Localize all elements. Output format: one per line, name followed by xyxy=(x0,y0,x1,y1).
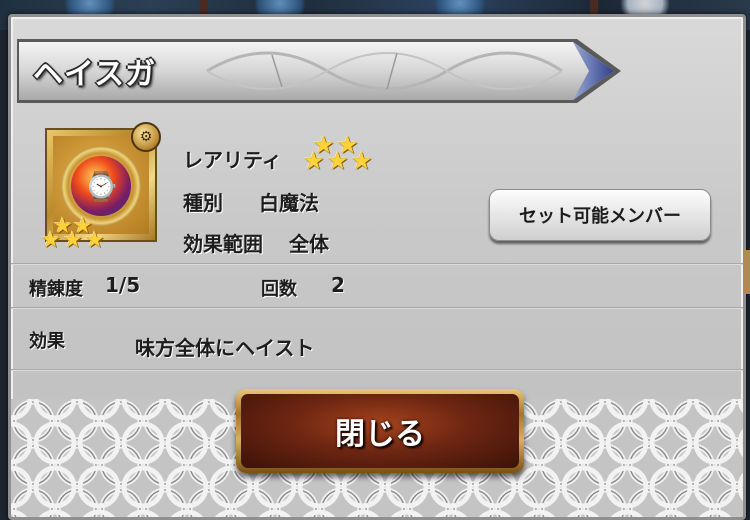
rarity-stars: ★ ★ ★ ★ ★ xyxy=(303,131,393,185)
star-icon: ★ xyxy=(351,147,373,175)
divider xyxy=(11,307,743,309)
range-value: 全体 xyxy=(289,232,329,256)
divider xyxy=(11,263,743,265)
star-icon: ★ xyxy=(327,147,349,175)
star-icon: ★ xyxy=(303,147,325,175)
type-value: 白魔法 xyxy=(259,191,319,215)
refine-label: 精錬度 xyxy=(29,279,83,300)
type-label: 種別 xyxy=(183,191,223,215)
ability-stars: ★ ★ ★ ★ ★ xyxy=(41,214,121,254)
uses-label: 回数 xyxy=(261,279,297,300)
refine-badge-icon: ⚙ xyxy=(131,122,161,152)
title-banner: ヘイスガ xyxy=(17,35,623,107)
divider xyxy=(11,369,743,371)
uses-value: 2 xyxy=(331,273,345,297)
refine-value: 1/5 xyxy=(105,273,141,297)
star-icon: ★ xyxy=(41,228,61,253)
star-icon: ★ xyxy=(63,228,83,253)
ability-detail-dialog: ヘイスガ ⌚ ⚙ ★ ★ ★ ★ ★ レアリティ ★ ★ ★ ★ ★ 種別 白魔… xyxy=(8,14,746,520)
rarity-label: レアリティ xyxy=(183,148,282,172)
scroll-handle[interactable] xyxy=(744,250,750,294)
effect-label: 効果 xyxy=(29,331,65,352)
close-button[interactable]: 閉じる xyxy=(236,389,524,473)
ability-title: ヘイスガ xyxy=(33,57,157,92)
effect-value: 味方全体にヘイスト xyxy=(135,336,315,360)
star-icon: ★ xyxy=(85,228,105,253)
range-label: 効果範囲 xyxy=(183,232,263,256)
set-member-button[interactable]: セット可能メンバー xyxy=(489,189,711,241)
close-button-label: 閉じる xyxy=(241,394,519,468)
ability-icon-frame: ⌚ ⚙ ★ ★ ★ ★ ★ xyxy=(41,122,161,253)
haste-clock-orb-icon: ⌚ xyxy=(71,156,131,216)
